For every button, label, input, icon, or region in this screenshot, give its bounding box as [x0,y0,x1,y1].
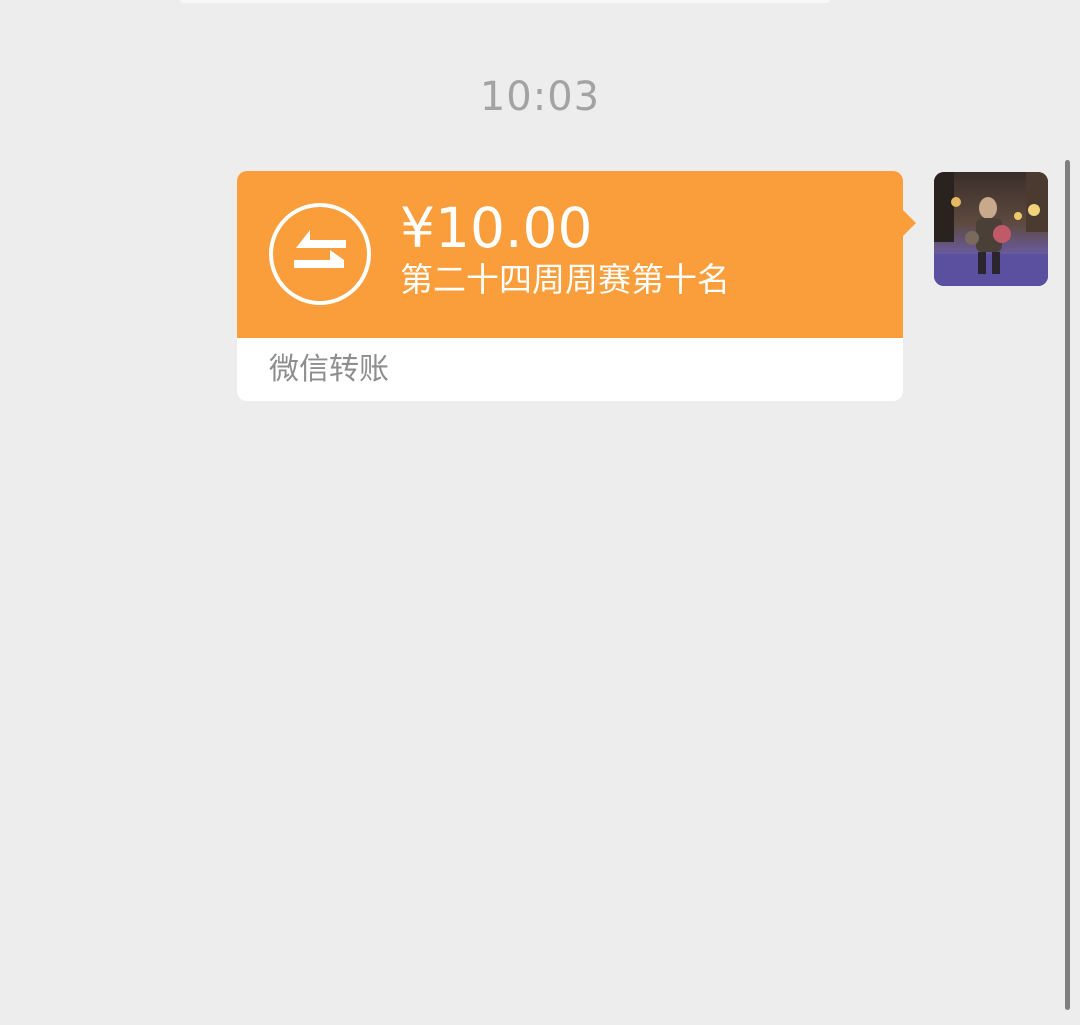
message-timestamp: 10:03 [479,74,601,120]
transfer-amount: ¥10.00 [400,196,593,260]
exchange-arrows-icon [269,203,371,305]
wechat-transfer-message[interactable]: ¥10.00 第二十四周周赛第十名 微信转账 [237,171,916,401]
transfer-note: 第二十四周周赛第十名 [400,260,730,299]
previous-message-edge [180,0,830,3]
chat-scrollbar[interactable] [1065,160,1070,1010]
avatar[interactable] [934,172,1048,286]
transfer-type-label: 微信转账 [269,352,389,387]
transfer-header: ¥10.00 第二十四周周赛第十名 [237,171,903,338]
avatar-photo [934,172,1048,286]
bubble-tail [902,209,916,237]
